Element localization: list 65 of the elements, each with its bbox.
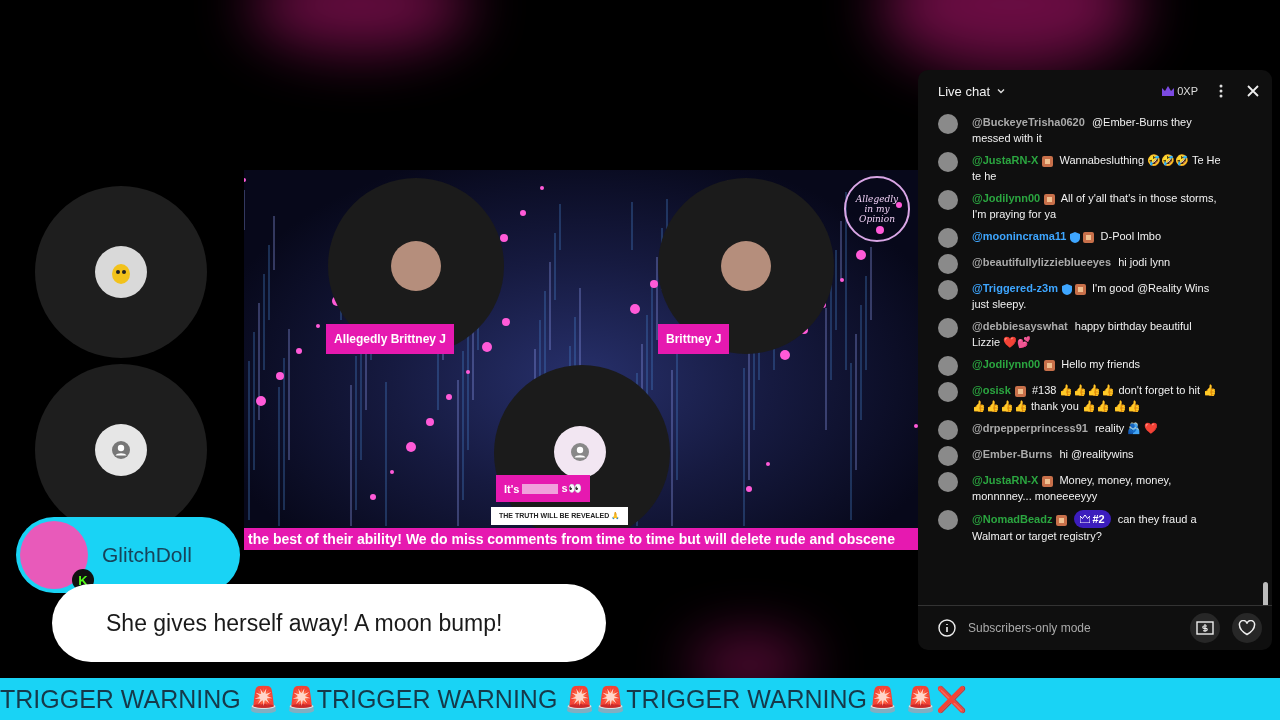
avatar-placeholder xyxy=(95,246,147,298)
photo-placeholder xyxy=(391,241,441,291)
avatar-photo-placeholder xyxy=(938,254,958,274)
dollar-bill-button[interactable] xyxy=(1190,613,1220,643)
tag-text: It's xyxy=(504,482,520,495)
news-ticker: the best of their ability! We do miss comments from time to time but will delete rude and obscene xyxy=(244,528,918,550)
heart-button[interactable] xyxy=(1232,613,1262,643)
warning-banner: TRIGGER WARNING 🚨 🚨TRIGGER WARNING 🚨🚨TRIGGER WARNING🚨 🚨❌ xyxy=(0,678,1280,720)
close-icon[interactable] xyxy=(1246,84,1260,98)
chat-message: @drpepperprincess91 reality 🫂 ❤ xyxy=(972,421,1159,436)
avatar-photo-placeholder xyxy=(938,472,958,492)
default-avatar-icon xyxy=(570,442,590,462)
scrollbar-thumb[interactable] xyxy=(1263,582,1268,605)
chat-message: @Triggered-z3m I'm good @Reality Wins just sleepy. xyxy=(972,281,1211,312)
member-badge-icon xyxy=(1056,514,1068,526)
default-avatar-icon xyxy=(111,440,131,460)
redaction-bar xyxy=(522,483,559,494)
chat-message: @Jodilynn00 Hello my friends xyxy=(972,357,1141,372)
chat-message: @Ember-Burns hi @realitywins xyxy=(972,447,1134,462)
avatar-photo-placeholder xyxy=(938,382,958,402)
avatar-photo-placeholder xyxy=(938,228,958,248)
member-badge-icon xyxy=(1042,155,1054,167)
member-badge-icon xyxy=(1074,283,1086,295)
rank-badge: #2 xyxy=(1074,510,1111,528)
host-name-tag: Brittney J xyxy=(658,324,730,354)
avatar-photo-placeholder xyxy=(938,420,958,440)
avatar-photo-placeholder xyxy=(938,318,958,338)
heart-icon xyxy=(1238,620,1256,636)
verified-shield-icon xyxy=(1061,283,1072,295)
xp-count: 0XP xyxy=(1177,85,1198,97)
chat-mode-notice: Subscribers-only mode xyxy=(968,621,1092,635)
avatar-photo-placeholder xyxy=(938,356,958,376)
chat-title: Live chat xyxy=(938,83,991,99)
dollar-bill-icon xyxy=(1196,621,1214,635)
info-icon[interactable] xyxy=(938,619,956,637)
crown-icon xyxy=(1162,86,1175,96)
photo-placeholder xyxy=(721,241,771,291)
comment-author: GlitchDoll xyxy=(102,543,192,567)
member-badge-icon xyxy=(1044,193,1056,205)
avatar-photo-placeholder xyxy=(938,446,958,466)
crown-icon xyxy=(1080,515,1091,523)
member-badge-icon xyxy=(1014,385,1026,397)
chat-message: @BuckeyeTrisha0620 @Ember-Burns they messed with it xyxy=(972,115,1193,146)
host-name-tag: Allegedly Brittney J xyxy=(326,324,455,354)
chevron-down-icon[interactable] xyxy=(996,86,1007,96)
verified-shield-icon xyxy=(1070,231,1081,243)
chat-message: @debbiesayswhat happy birthday beautiful Lizzie ❤💕 xyxy=(972,319,1193,350)
member-badge-icon xyxy=(1042,475,1054,487)
chat-message: @beautifullylizzieblueeyes hi jodi lynn xyxy=(972,255,1171,270)
chat-message: @osisk #138 👍👍👍👍 don't forget to hit 👍👍👍👍👍 thank you 👍👍 👍👍 xyxy=(972,383,1219,414)
chat-message: @JustaRN-X Money, money, money, monnnney... moneeeeyyy xyxy=(972,473,1173,504)
tag-text: s👀 xyxy=(561,482,582,495)
avatar-photo-placeholder xyxy=(938,510,958,530)
chat-message: @moonincrama11 D-Pool lmbo xyxy=(972,229,1162,244)
member-badge-icon xyxy=(1044,359,1056,371)
avatar-photo-placeholder xyxy=(938,152,958,172)
member-badge-icon xyxy=(1083,231,1095,243)
channel-logo: Allegedly in my Opinion xyxy=(844,176,910,242)
chat-message: @Jodilynn00 All of y'all that's in those storms, I'm praying for ya xyxy=(972,191,1218,222)
avatar-photo-placeholder xyxy=(938,190,958,210)
chat-message: @JustaRN-X Wannabesluthing 🤣🤣🤣 Te He te he xyxy=(972,153,1222,184)
avatar-photo-placeholder xyxy=(938,280,958,300)
avatar-photo-placeholder xyxy=(938,114,958,134)
comment-bubble: She gives herself away! A moon bump! xyxy=(52,584,606,662)
chat-message: @NomadBeadz #2 can they fraud a Walmart or target registry? xyxy=(972,510,1222,544)
